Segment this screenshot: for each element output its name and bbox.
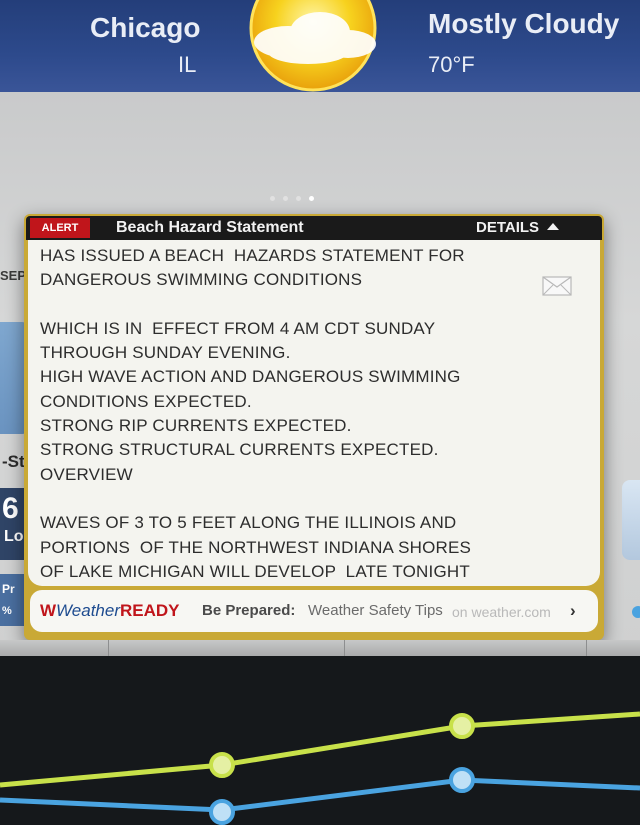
current-condition: Mostly Cloudy — [428, 8, 620, 39]
weather-header: Chicago IL Mostly Cloudy 70°F — [0, 0, 640, 92]
weather-ready-link[interactable]: WWeatherREADY Be Prepared: Weather Safet… — [30, 590, 598, 632]
weather-ready-logo-w: W — [40, 601, 57, 620]
yellow-series-point — [449, 713, 475, 739]
triangle-up-icon — [547, 222, 560, 230]
sun-cloud-icon — [249, 0, 377, 92]
alert-message: HAS ISSUED A BEACH HAZARDS STATEMENT FOR… — [40, 244, 540, 584]
weather-ready-logo: WWeatherREADY — [40, 600, 180, 622]
alert-line: STRONG RIP CURRENTS EXPECTED. — [40, 416, 352, 436]
yellow-series-line — [0, 711, 640, 788]
state-code: IL — [178, 52, 197, 77]
safety-tips-label: Weather Safety Tips — [308, 602, 443, 619]
current-temperature: 70°F — [428, 52, 475, 77]
behind-text-lo: Lo — [4, 528, 24, 545]
alert-title: Beach Hazard Statement — [116, 219, 304, 236]
yellow-series-point — [209, 752, 235, 778]
alert-line: CONDITIONS EXPECTED. — [40, 391, 252, 411]
blue-series-point — [449, 767, 475, 793]
alert-header-bar: ALERT Beach Hazard Statement DETAILS — [26, 216, 602, 240]
be-prepared-label: Be Prepared: — [202, 602, 296, 619]
blue-series-line — [0, 777, 640, 813]
hourly-chart — [0, 711, 640, 825]
page-dot-active[interactable] — [309, 196, 314, 201]
alert-line: OF LAKE MICHIGAN WILL DEVELOP LATE TONIG… — [40, 561, 470, 581]
page-indicator[interactable] — [270, 188, 322, 206]
details-button[interactable]: DETAILS — [476, 218, 560, 238]
alert-dialog: ALERT Beach Hazard Statement DETAILS HAS… — [24, 214, 604, 640]
weather-ready-logo-weather: Weather — [56, 601, 120, 620]
page-dot[interactable] — [296, 196, 301, 201]
details-label: DETAILS — [476, 219, 540, 236]
alert-line: PORTIONS OF THE NORTHWEST INDIANA SHORES — [40, 537, 472, 557]
alert-line: HIGH WAVE ACTION AND DANGEROUS SWIMMING — [40, 367, 461, 387]
alert-line: OVERVIEW — [40, 464, 133, 484]
alert-line — [40, 293, 540, 317]
alert-line: STRONG STRUCTURAL CURRENTS EXPECTED. — [40, 440, 439, 460]
page-dot[interactable] — [283, 196, 288, 201]
alert-badge: ALERT — [30, 218, 90, 238]
behind-right-card — [622, 480, 640, 560]
blue-series-point — [209, 799, 235, 825]
behind-text-pct: % — [2, 605, 12, 617]
alert-line: WHICH IS IN EFFECT FROM 4 AM CDT SUNDAY — [40, 318, 436, 338]
behind-text-pr: Pr — [2, 582, 15, 596]
alert-line: DANGEROUS SWIMMING CONDITIONS — [40, 270, 363, 290]
behind-text-st: -St — [2, 452, 25, 471]
city-name: Chicago — [90, 12, 201, 43]
hourly-chart-panel — [0, 640, 640, 825]
alert-line: HAS ISSUED A BEACH HAZARDS STATEMENT FOR — [40, 246, 465, 265]
site-label: on weather.com — [452, 604, 551, 620]
behind-text-sep: SEP — [0, 268, 27, 283]
page-dot[interactable] — [270, 196, 275, 201]
behind-text-six: 6 — [2, 492, 19, 525]
weather-ready-logo-ready: READY — [120, 601, 180, 620]
chevron-right-icon: › — [570, 601, 576, 620]
alert-line: WAVES OF 3 TO 5 FEET ALONG THE ILLINOIS … — [40, 513, 457, 533]
alert-body[interactable]: HAS ISSUED A BEACH HAZARDS STATEMENT FOR… — [28, 240, 600, 586]
alert-line: THROUGH SUNDAY EVENING. — [40, 343, 291, 363]
behind-right-dot — [632, 606, 640, 618]
alert-line — [40, 487, 540, 511]
mail-icon[interactable] — [542, 276, 572, 296]
